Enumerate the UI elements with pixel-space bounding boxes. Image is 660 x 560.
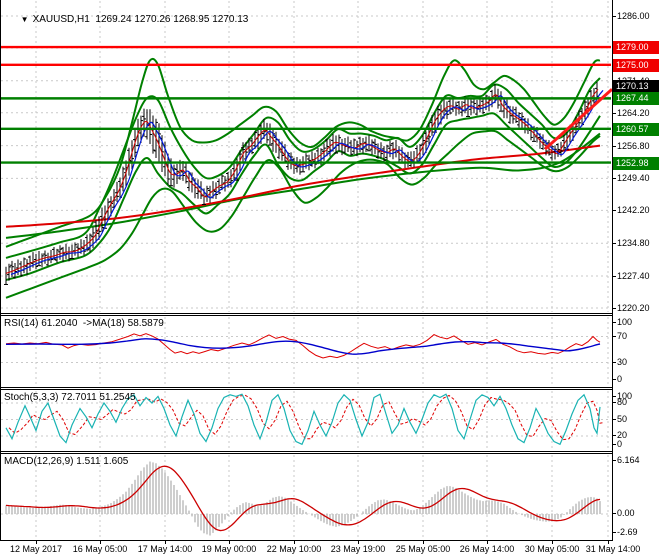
axis-tick <box>612 276 616 277</box>
time-tick <box>423 541 424 544</box>
price-chart-canvas[interactable] <box>0 0 612 313</box>
time-tick <box>229 541 230 544</box>
price-chart-panel[interactable]: ▼ XAUUSD,H1 1269.24 1270.26 1268.95 1270.… <box>0 0 613 314</box>
price-flag-red: 1279.00 <box>613 41 659 54</box>
price-label: 1256.80 <box>617 141 650 151</box>
rsi-panel[interactable]: RSI(14) 61.2040 ->MA(18) 58.5879 <box>0 315 613 388</box>
price-label: -2.69 <box>617 527 638 537</box>
trading-chart-window: ▼ XAUUSD,H1 1269.24 1270.26 1268.95 1270.… <box>0 0 660 560</box>
price-label: 1286.00 <box>617 11 650 21</box>
price-label: 70 <box>617 331 628 341</box>
time-label: 25 May 05:00 <box>395 544 451 554</box>
time-tick <box>294 541 295 544</box>
time-label: 22 May 10:00 <box>266 544 322 554</box>
axis-tick <box>612 113 616 114</box>
axis-tick <box>612 210 616 211</box>
time-tick <box>552 541 553 544</box>
stochastic-panel[interactable]: Stoch(5,3,3) 72.7011 51.2545 <box>0 389 613 452</box>
chart-left-border <box>0 0 1 540</box>
price-flag-red: 1275.00 <box>613 59 659 72</box>
price-flag-green: 1260.57 <box>613 123 659 136</box>
low-value: 1268.95 <box>173 14 210 25</box>
axis-tick <box>612 402 616 403</box>
axis-tick <box>612 243 616 244</box>
time-label: 30 May 05:00 <box>524 544 580 554</box>
price-flag-green: 1252.98 <box>613 157 659 170</box>
time-tick <box>608 541 609 544</box>
high-value: 1270.26 <box>134 14 171 25</box>
time-label: 19 May 00:00 <box>201 544 257 554</box>
price-label: 50 <box>617 414 628 424</box>
price-label: 30 <box>617 357 628 367</box>
axis-tick <box>612 308 616 309</box>
time-label: 17 May 14:00 <box>137 544 193 554</box>
price-label: 1249.40 <box>617 173 650 183</box>
price-label: 80 <box>617 397 628 407</box>
time-tick <box>36 541 37 544</box>
time-label: 16 May 05:00 <box>72 544 128 554</box>
axis-tick <box>612 362 616 363</box>
close-value: 1270.13 <box>212 14 249 25</box>
price-label: 1220.20 <box>617 303 650 313</box>
axis-tick <box>612 336 616 337</box>
price-label: 100 <box>617 317 633 327</box>
axis-tick <box>612 460 616 461</box>
open-value: 1269.24 <box>95 14 132 25</box>
rsi-label: RSI(14) 61.2040 ->MA(18) 58.5879 <box>4 318 164 329</box>
symbol-dropdown-icon[interactable]: ▼ <box>21 15 29 24</box>
symbol-label: XAUUSD,H1 <box>32 14 90 25</box>
axis-tick <box>612 178 616 179</box>
time-label: 26 May 14:00 <box>459 544 515 554</box>
price-label: 1234.80 <box>617 238 650 248</box>
price-label: 0 <box>617 374 623 384</box>
price-label: 1227.40 <box>617 271 650 281</box>
price-label: 1264.20 <box>617 108 650 118</box>
stochastic-label: Stoch(5,3,3) 72.7011 51.2545 <box>4 392 136 403</box>
time-tick <box>100 541 101 544</box>
time-label: 23 May 19:00 <box>330 544 386 554</box>
time-tick <box>165 541 166 544</box>
axis-tick <box>612 146 616 147</box>
time-label: 31 May 14:00 <box>585 544 641 554</box>
axis-tick <box>612 419 616 420</box>
time-tick <box>358 541 359 544</box>
axis-tick <box>612 379 616 380</box>
axis-tick <box>612 322 616 323</box>
time-axis[interactable]: 12 May 2017 16 May 05:00 17 May 14:00 19 Ma… <box>0 541 660 560</box>
price-label: 6.164 <box>617 455 640 465</box>
axis-tick <box>612 444 616 445</box>
price-label: 0 <box>617 439 623 449</box>
axis-tick <box>612 532 616 533</box>
price-label: 1242.20 <box>617 205 650 215</box>
price-flag-green: 1267.44 <box>613 92 659 105</box>
axis-tick <box>612 513 616 514</box>
time-tick <box>487 541 488 544</box>
price-label: 0.00 <box>617 508 635 518</box>
time-label: 12 May 2017 <box>9 544 63 554</box>
macd-panel[interactable]: MACD(12,26,9) 1.511 1.605 <box>0 453 613 541</box>
axis-tick <box>612 435 616 436</box>
macd-label: MACD(12,26,9) 1.511 1.605 <box>4 456 129 467</box>
chart-title: ▼ XAUUSD,H1 1269.24 1270.26 1268.95 1270.… <box>4 3 249 36</box>
axis-tick <box>612 16 616 17</box>
axis-tick <box>612 396 616 397</box>
